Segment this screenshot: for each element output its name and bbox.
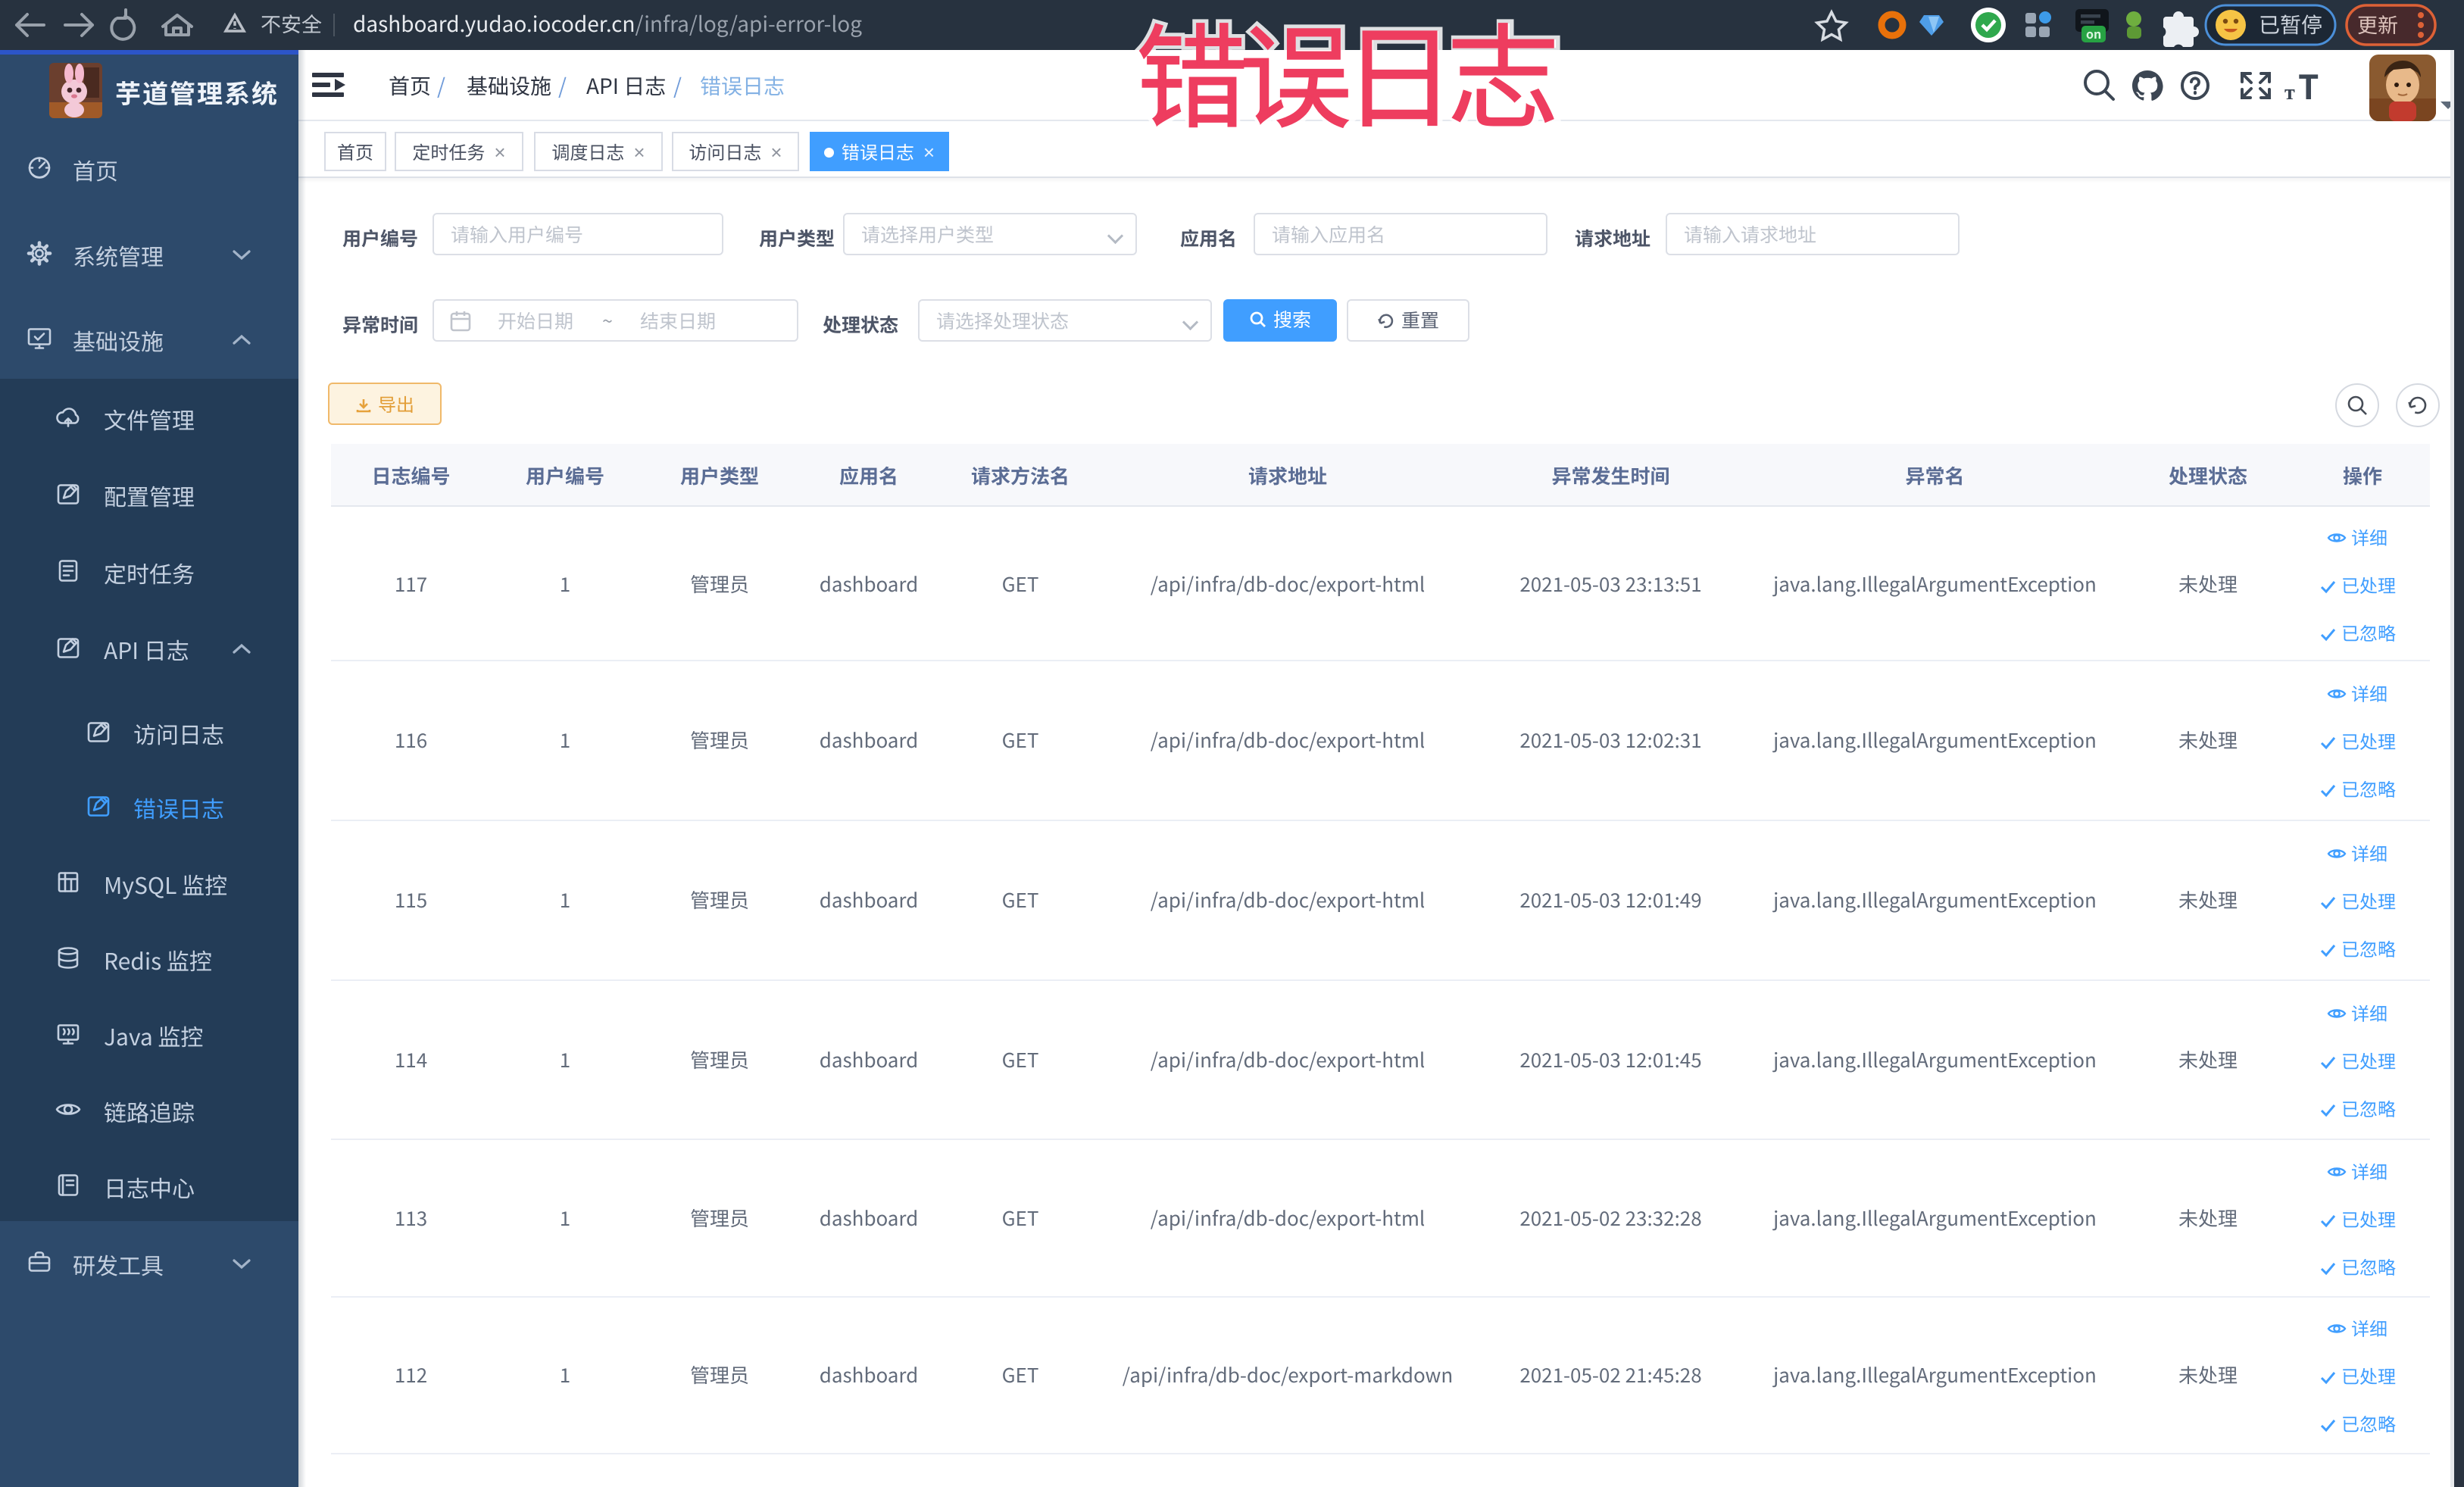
svg-text:T: T xyxy=(2298,61,2319,109)
svg-text:更新: 更新 xyxy=(2357,9,2398,39)
svg-text:т: т xyxy=(2284,76,2295,106)
svg-text:不安全: 不安全 xyxy=(261,8,322,38)
svg-text:dashboard.yudao.iocoder.cn/inf: dashboard.yudao.iocoder.cn/infra/log/api… xyxy=(353,8,862,39)
svg-text:已暂停: 已暂停 xyxy=(2259,9,2322,39)
svg-text:on: on xyxy=(2086,24,2101,42)
